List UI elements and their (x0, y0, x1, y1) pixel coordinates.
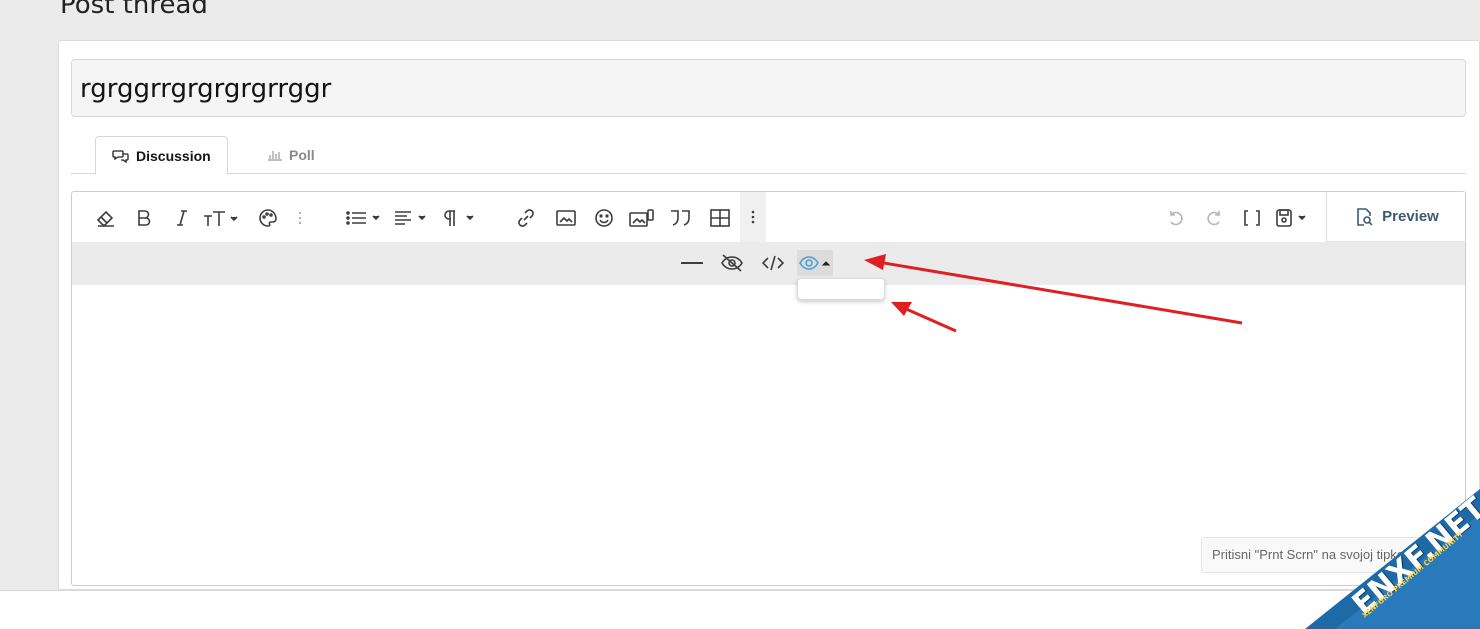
tab-poll[interactable]: Poll (251, 136, 331, 174)
bold-icon[interactable] (134, 205, 154, 231)
preview-icon (1357, 207, 1373, 226)
eye-dropdown-menu[interactable] (797, 278, 885, 300)
palette-icon[interactable] (256, 205, 280, 231)
redo-icon[interactable] (1202, 205, 1226, 231)
horizontal-rule-icon[interactable] (678, 250, 706, 276)
thread-type-tabs: Discussion Poll (71, 136, 1466, 175)
drafts-icon[interactable] (1274, 205, 1314, 231)
preview-button[interactable]: Preview (1326, 192, 1466, 242)
font-size-icon[interactable] (202, 205, 242, 231)
eye-dropdown-icon[interactable] (797, 250, 833, 276)
editor-toolbar: Preview (72, 192, 1466, 242)
thread-title-input[interactable]: rgrggrrgrgrgrgrrggr (71, 59, 1466, 117)
align-icon[interactable] (394, 205, 432, 231)
media-icon[interactable] (628, 205, 656, 231)
bar-chart-icon (268, 151, 282, 161)
vertical-dots-icon[interactable] (294, 205, 306, 231)
chat-bubbles-icon (112, 149, 129, 163)
brackets-icon[interactable] (1240, 205, 1264, 231)
enxf-watermark: ENXF.NET XENFORO PREMIUM COMMUNITY (1290, 459, 1480, 629)
hide-icon[interactable] (718, 250, 746, 276)
editor-more-toolbar (72, 242, 1465, 285)
code-icon[interactable] (760, 250, 786, 276)
quote-icon[interactable] (668, 205, 694, 231)
post-thread-form: rgrggrrgrgrgrgrrggr Discussion Poll Prev… (58, 40, 1480, 590)
page-title: Post thread (60, 0, 208, 20)
more-icon[interactable] (740, 192, 766, 242)
eraser-icon[interactable] (94, 205, 118, 231)
preview-label: Preview (1382, 208, 1439, 225)
list-icon[interactable] (346, 205, 384, 231)
page-footer-strip (0, 590, 1480, 629)
paragraph-icon[interactable] (442, 205, 480, 231)
tab-poll-label: Poll (289, 147, 315, 163)
smiley-icon[interactable] (592, 205, 616, 231)
tab-discussion-label: Discussion (136, 147, 211, 164)
message-editor[interactable]: Preview (71, 191, 1466, 586)
italic-icon[interactable] (172, 205, 192, 231)
link-icon[interactable] (514, 205, 538, 231)
tab-discussion[interactable]: Discussion (95, 136, 228, 175)
undo-icon[interactable] (1164, 205, 1188, 231)
image-icon[interactable] (554, 205, 578, 231)
table-icon[interactable] (708, 205, 732, 231)
